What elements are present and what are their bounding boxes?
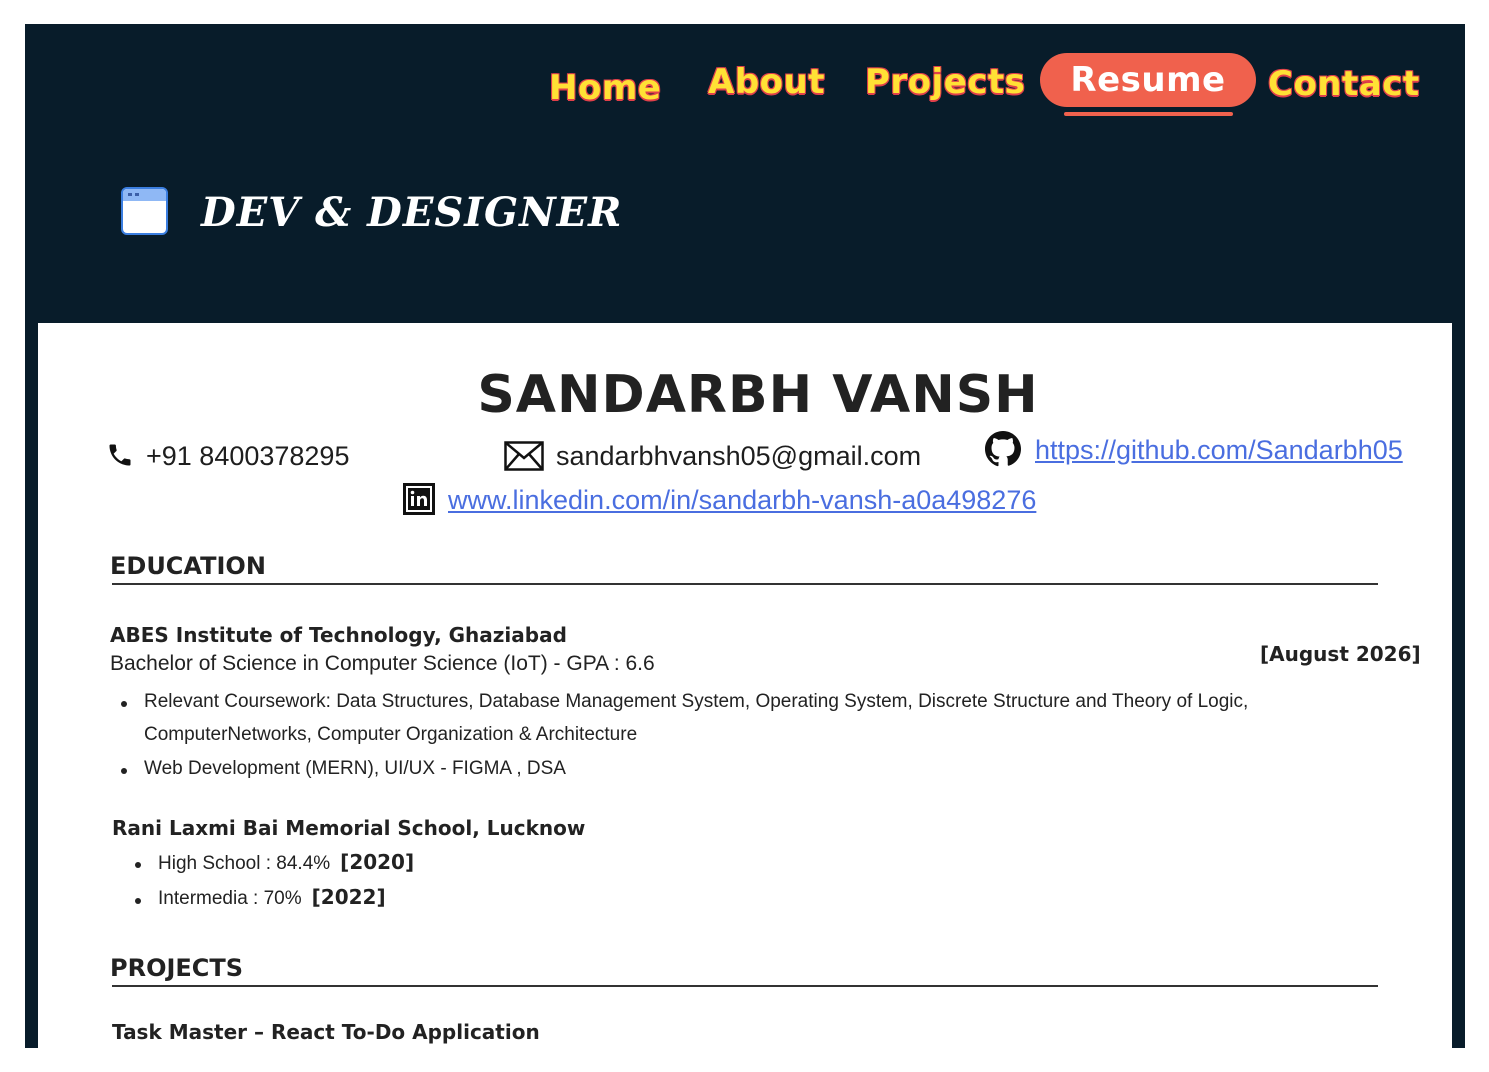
intermediate-item: Intermedia : 70% [2022] [158, 885, 386, 910]
active-nav-underline [1064, 112, 1233, 116]
projects-heading: PROJECTS [110, 954, 244, 982]
linkedin-url[interactable]: www.linkedin.com/in/sandarbh-vansh-a0a49… [448, 485, 1036, 515]
bullet-marker [121, 701, 127, 707]
github-icon [985, 431, 1021, 467]
brand-title: DEV & DESIGNER [201, 189, 623, 236]
browser-window-icon [121, 187, 168, 235]
college-degree: Bachelor of Science in Computer Science … [110, 652, 655, 675]
nav-about-link[interactable]: About [708, 56, 825, 108]
bullet-marker [121, 768, 127, 774]
projects-divider [112, 985, 1378, 987]
github-url[interactable]: https://github.com/Sandarbh05 [1035, 435, 1403, 465]
college-date: [August 2026] [1260, 642, 1421, 666]
bullet-marker [135, 898, 141, 904]
resume-document: SANDARBH VANSH +91 8400378295 sandarbhva… [38, 323, 1452, 1048]
resume-name: SANDARBH VANSH [477, 365, 1039, 425]
nav-resume-link[interactable]: Resume [1040, 53, 1256, 107]
top-navigation: Home About Projects Resume Contact [25, 24, 1465, 144]
education-divider [112, 583, 1378, 585]
mail-icon [504, 441, 544, 471]
intermediate-score: Intermedia : 70% [158, 888, 302, 909]
high-school-score: High School : 84.4% [158, 853, 331, 874]
coursework-item-continued: ComputerNetworks, Computer Organization … [144, 724, 638, 745]
phone-icon [109, 444, 131, 466]
coursework-item: Relevant Coursework: Data Structures, Da… [144, 691, 1249, 712]
bullet-marker [135, 862, 141, 868]
high-school-year: [2020] [340, 850, 415, 874]
education-heading: EDUCATION [110, 552, 266, 580]
github-link[interactable]: https://github.com/Sandarbh05 [1035, 435, 1403, 466]
nav-projects-link[interactable]: Projects [865, 56, 1025, 108]
linkedin-link[interactable]: www.linkedin.com/in/sandarbh-vansh-a0a49… [448, 485, 1036, 516]
linkedin-icon [403, 483, 435, 515]
email-address: sandarbhvansh05@gmail.com [556, 441, 922, 471]
skills-item: Web Development (MERN), UI/UX - FIGMA , … [144, 758, 566, 779]
college-name: ABES Institute of Technology, Ghaziabad [110, 623, 567, 647]
nav-contact-link[interactable]: Contact [1268, 58, 1420, 110]
intermediate-year: [2022] [311, 885, 386, 909]
school-name: Rani Laxmi Bai Memorial School, Lucknow [112, 816, 586, 840]
phone-number: +91 8400378295 [146, 441, 350, 471]
project-title: Task Master – React To-Do Application [112, 1020, 540, 1044]
nav-home-link[interactable]: Home [549, 62, 661, 114]
page-frame: Home About Projects Resume Contact DEV &… [25, 24, 1465, 1048]
high-school-item: High School : 84.4% [2020] [158, 850, 414, 875]
